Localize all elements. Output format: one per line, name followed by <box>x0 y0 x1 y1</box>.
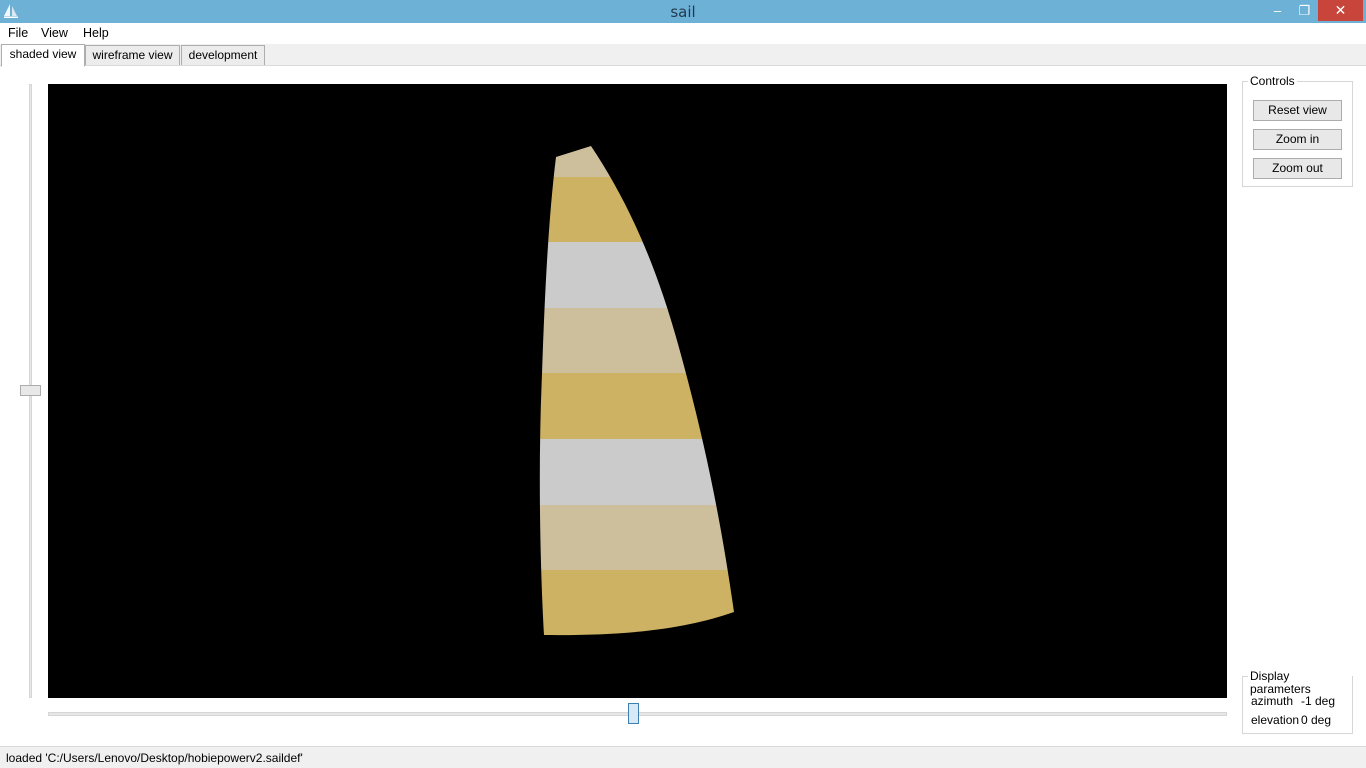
sail-panel <box>539 570 734 636</box>
display-parameters-title: Display parameters <box>1248 670 1352 696</box>
sail-panel <box>539 308 734 373</box>
display-parameters-group: Display parameters azimuth -1 deg elevat… <box>1242 670 1353 734</box>
zoom-in-button[interactable]: Zoom in <box>1253 129 1342 150</box>
menu-file[interactable]: File <box>8 26 28 40</box>
menu-bar: File View Help <box>0 23 1366 44</box>
sail-panel <box>539 373 734 439</box>
sail-3d-viewport[interactable] <box>48 84 1227 698</box>
sail-panel <box>539 242 734 308</box>
maximize-button[interactable]: ❐ <box>1291 0 1318 21</box>
menu-help[interactable]: Help <box>83 26 109 40</box>
azimuth-value: -1 deg <box>1301 694 1336 708</box>
elevation-slider-handle[interactable] <box>20 385 41 396</box>
window-title: sail <box>670 3 696 21</box>
sail-panel <box>539 146 734 177</box>
title-bar: sail ‒ ❐ ✕ <box>0 0 1366 23</box>
elevation-label: elevation <box>1251 713 1300 727</box>
minimize-button[interactable]: ‒ <box>1264 0 1291 21</box>
sail-panel <box>539 505 734 570</box>
status-message: loaded 'C:/Users/Lenovo/Desktop/hobiepow… <box>6 751 303 765</box>
status-bar: loaded 'C:/Users/Lenovo/Desktop/hobiepow… <box>0 748 1366 768</box>
sail-panel <box>539 177 734 242</box>
menu-view[interactable]: View <box>41 26 68 40</box>
elevation-value: 0 deg <box>1301 713 1332 727</box>
close-button[interactable]: ✕ <box>1318 0 1363 21</box>
reset-view-button[interactable]: Reset view <box>1253 100 1342 121</box>
tab-wireframe-view[interactable]: wireframe view <box>85 45 180 66</box>
zoom-out-button[interactable]: Zoom out <box>1253 158 1342 179</box>
azimuth-slider-handle[interactable] <box>628 703 639 724</box>
sail-render <box>539 146 734 636</box>
controls-group-title: Controls <box>1248 74 1297 88</box>
controls-group: Controls Reset view Zoom in Zoom out <box>1242 75 1353 187</box>
azimuth-label: azimuth <box>1251 694 1294 708</box>
tab-shaded-view[interactable]: shaded view <box>1 44 85 67</box>
tab-development[interactable]: development <box>181 45 265 66</box>
sail-panel <box>539 439 734 505</box>
